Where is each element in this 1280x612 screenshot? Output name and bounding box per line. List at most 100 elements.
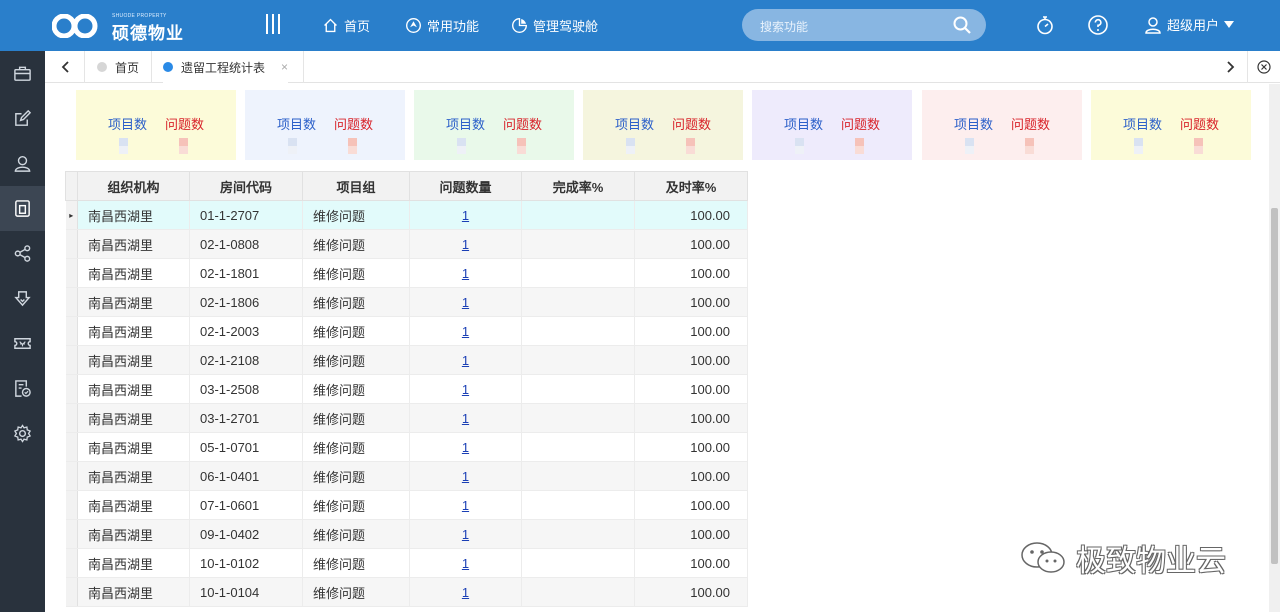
column-header-room-code[interactable]: 房间代码	[189, 171, 303, 201]
table-row[interactable]: 南昌西湖里 02-1-1806 维修问题 1 100.00	[65, 287, 748, 317]
problem-count-link[interactable]: 1	[462, 266, 469, 281]
sidebar-item-settings[interactable]	[0, 411, 45, 456]
wechat-icon	[1021, 542, 1065, 573]
card-problem-count-value	[348, 138, 357, 154]
card-problem-count-value	[1194, 138, 1203, 154]
summary-card: 项目数 问题数	[1091, 90, 1251, 160]
search-box[interactable]: 搜索功能	[742, 9, 986, 41]
sidebar-item-user[interactable]	[0, 141, 45, 186]
cell-completion-rate	[521, 519, 635, 549]
logo[interactable]: SHUODE PROPERTY 硕德物业	[52, 10, 202, 43]
problem-count-link[interactable]: 1	[462, 527, 469, 542]
table-row[interactable]: 南昌西湖里 10-1-0102 维修问题 1 100.00	[65, 548, 748, 578]
tab-home[interactable]: 首页	[97, 51, 139, 83]
column-header-org[interactable]: 组织机构	[77, 171, 190, 201]
cell-project-group: 维修问题	[302, 461, 410, 491]
column-header-completion-rate[interactable]: 完成率%	[521, 171, 635, 201]
problem-count-link[interactable]: 1	[462, 498, 469, 513]
sidebar-item-download[interactable]	[0, 276, 45, 321]
cell-room-code: 03-1-2701	[189, 403, 303, 433]
table-row[interactable]: 南昌西湖里 06-1-0401 维修问题 1 100.00	[65, 461, 748, 491]
card-project-count-label: 项目数	[1122, 117, 1162, 132]
card-problem-count-label: 问题数	[841, 117, 881, 132]
table-row[interactable]: 南昌西湖里 03-1-2701 维修问题 1 100.00	[65, 403, 748, 433]
search-icon[interactable]	[952, 15, 972, 35]
card-problem-count-value	[179, 138, 188, 154]
card-project-count-value	[457, 138, 466, 154]
cell-org: 南昌西湖里	[77, 432, 190, 462]
sidebar-item-briefcase[interactable]	[0, 51, 45, 96]
card-problem-count-label: 问题数	[1011, 117, 1051, 132]
cell-org: 南昌西湖里	[77, 258, 190, 288]
table-row[interactable]: ▸ 南昌西湖里 01-1-2707 维修问题 1 100.00	[65, 200, 748, 230]
scrollbar-thumb[interactable]	[1271, 208, 1278, 564]
sidebar-item-checklist[interactable]	[0, 366, 45, 411]
help-icon[interactable]	[1087, 14, 1109, 36]
tab-legacy-engineering-stats[interactable]: 遗留工程统计表 ×	[163, 51, 289, 83]
table-row[interactable]: 南昌西湖里 03-1-2508 维修问题 1 100.00	[65, 374, 748, 404]
sidebar-item-ticket[interactable]	[0, 321, 45, 366]
chevron-right-icon[interactable]	[1223, 59, 1237, 75]
nav-management-cockpit-label: 管理驾驶舱	[533, 18, 599, 34]
user-icon	[14, 155, 31, 172]
watermark: 极致物业云	[1018, 536, 1226, 580]
settings-icon	[13, 424, 32, 443]
problem-count-link[interactable]: 1	[462, 440, 469, 455]
table-row[interactable]: 南昌西湖里 09-1-0402 维修问题 1 100.00	[65, 519, 748, 549]
close-circle-icon	[1257, 60, 1271, 74]
close-all-tabs-button[interactable]	[1247, 51, 1280, 83]
problem-count-link[interactable]: 1	[462, 295, 469, 310]
home-icon	[324, 18, 337, 32]
table-row[interactable]: 南昌西湖里 10-1-0104 维修问题 1 100.00	[65, 577, 748, 607]
menu-bars-icon[interactable]	[266, 14, 280, 34]
problem-count-link[interactable]: 1	[462, 382, 469, 397]
cell-timely-rate: 100.00	[634, 258, 748, 288]
table-row[interactable]: 南昌西湖里 02-1-2108 维修问题 1 100.00	[65, 345, 748, 375]
problem-count-link[interactable]: 1	[462, 585, 469, 600]
table-row[interactable]: 南昌西湖里 05-1-0701 维修问题 1 100.00	[65, 432, 748, 462]
problem-count-link[interactable]: 1	[462, 237, 469, 252]
summary-cards: 项目数 问题数 项目数 问题数 项目数 问题数 项目数 问题数 项目数 问题数 项目数 问题…	[45, 84, 1269, 160]
table-row[interactable]: 南昌西湖里 07-1-0601 维修问题 1 100.00	[65, 490, 748, 520]
cell-completion-rate	[521, 374, 635, 404]
ticket-icon	[14, 338, 31, 349]
row-indicator	[65, 229, 78, 259]
table-row[interactable]: 南昌西湖里 02-1-1801 维修问题 1 100.00	[65, 258, 748, 288]
table-row[interactable]: 南昌西湖里 02-1-0808 维修问题 1 100.00	[65, 229, 748, 259]
cell-room-code: 02-1-1806	[189, 287, 303, 317]
user-menu[interactable]: 超级用户	[1144, 15, 1235, 34]
nav-common-functions[interactable]: 常用功能	[405, 15, 479, 35]
column-header-problem-count[interactable]: 问题数量	[409, 171, 522, 201]
cell-problem-count: 1	[409, 316, 522, 346]
summary-card: 项目数 问题数	[414, 90, 574, 160]
summary-card: 项目数 问题数	[922, 90, 1082, 160]
sidebar-item-share[interactable]	[0, 231, 45, 276]
cell-problem-count: 1	[409, 345, 522, 375]
cell-project-group: 维修问题	[302, 548, 410, 578]
sidebar-item-building[interactable]	[0, 186, 45, 231]
tab-close-icon[interactable]: ×	[281, 60, 288, 74]
problem-count-link[interactable]: 1	[462, 556, 469, 571]
timer-icon[interactable]	[1034, 14, 1056, 36]
table-row[interactable]: 南昌西湖里 02-1-2003 维修问题 1 100.00	[65, 316, 748, 346]
sidebar-item-edit[interactable]	[0, 96, 45, 141]
column-header-timely-rate[interactable]: 及时率%	[634, 171, 748, 201]
column-header-project-group[interactable]: 项目组	[302, 171, 410, 201]
problem-count-link[interactable]: 1	[462, 411, 469, 426]
problem-count-link[interactable]: 1	[462, 324, 469, 339]
card-project-count-value	[795, 138, 804, 154]
main-content: 项目数 问题数 项目数 问题数 项目数 问题数 项目数 问题数 项目数 问题数 项目数 问题…	[45, 84, 1269, 612]
cell-timely-rate: 100.00	[634, 200, 748, 230]
cell-timely-rate: 100.00	[634, 403, 748, 433]
cell-timely-rate: 100.00	[634, 577, 748, 607]
card-project-count-label: 项目数	[953, 117, 993, 132]
card-project-count-value	[965, 138, 974, 154]
nav-home[interactable]: 首页	[322, 15, 370, 35]
chevron-left-icon[interactable]	[59, 59, 73, 75]
cell-project-group: 维修问题	[302, 577, 410, 607]
vertical-scrollbar[interactable]	[1269, 84, 1280, 612]
nav-management-cockpit[interactable]: 管理驾驶舱	[511, 15, 598, 35]
problem-count-link[interactable]: 1	[462, 208, 469, 223]
problem-count-link[interactable]: 1	[462, 469, 469, 484]
problem-count-link[interactable]: 1	[462, 353, 469, 368]
